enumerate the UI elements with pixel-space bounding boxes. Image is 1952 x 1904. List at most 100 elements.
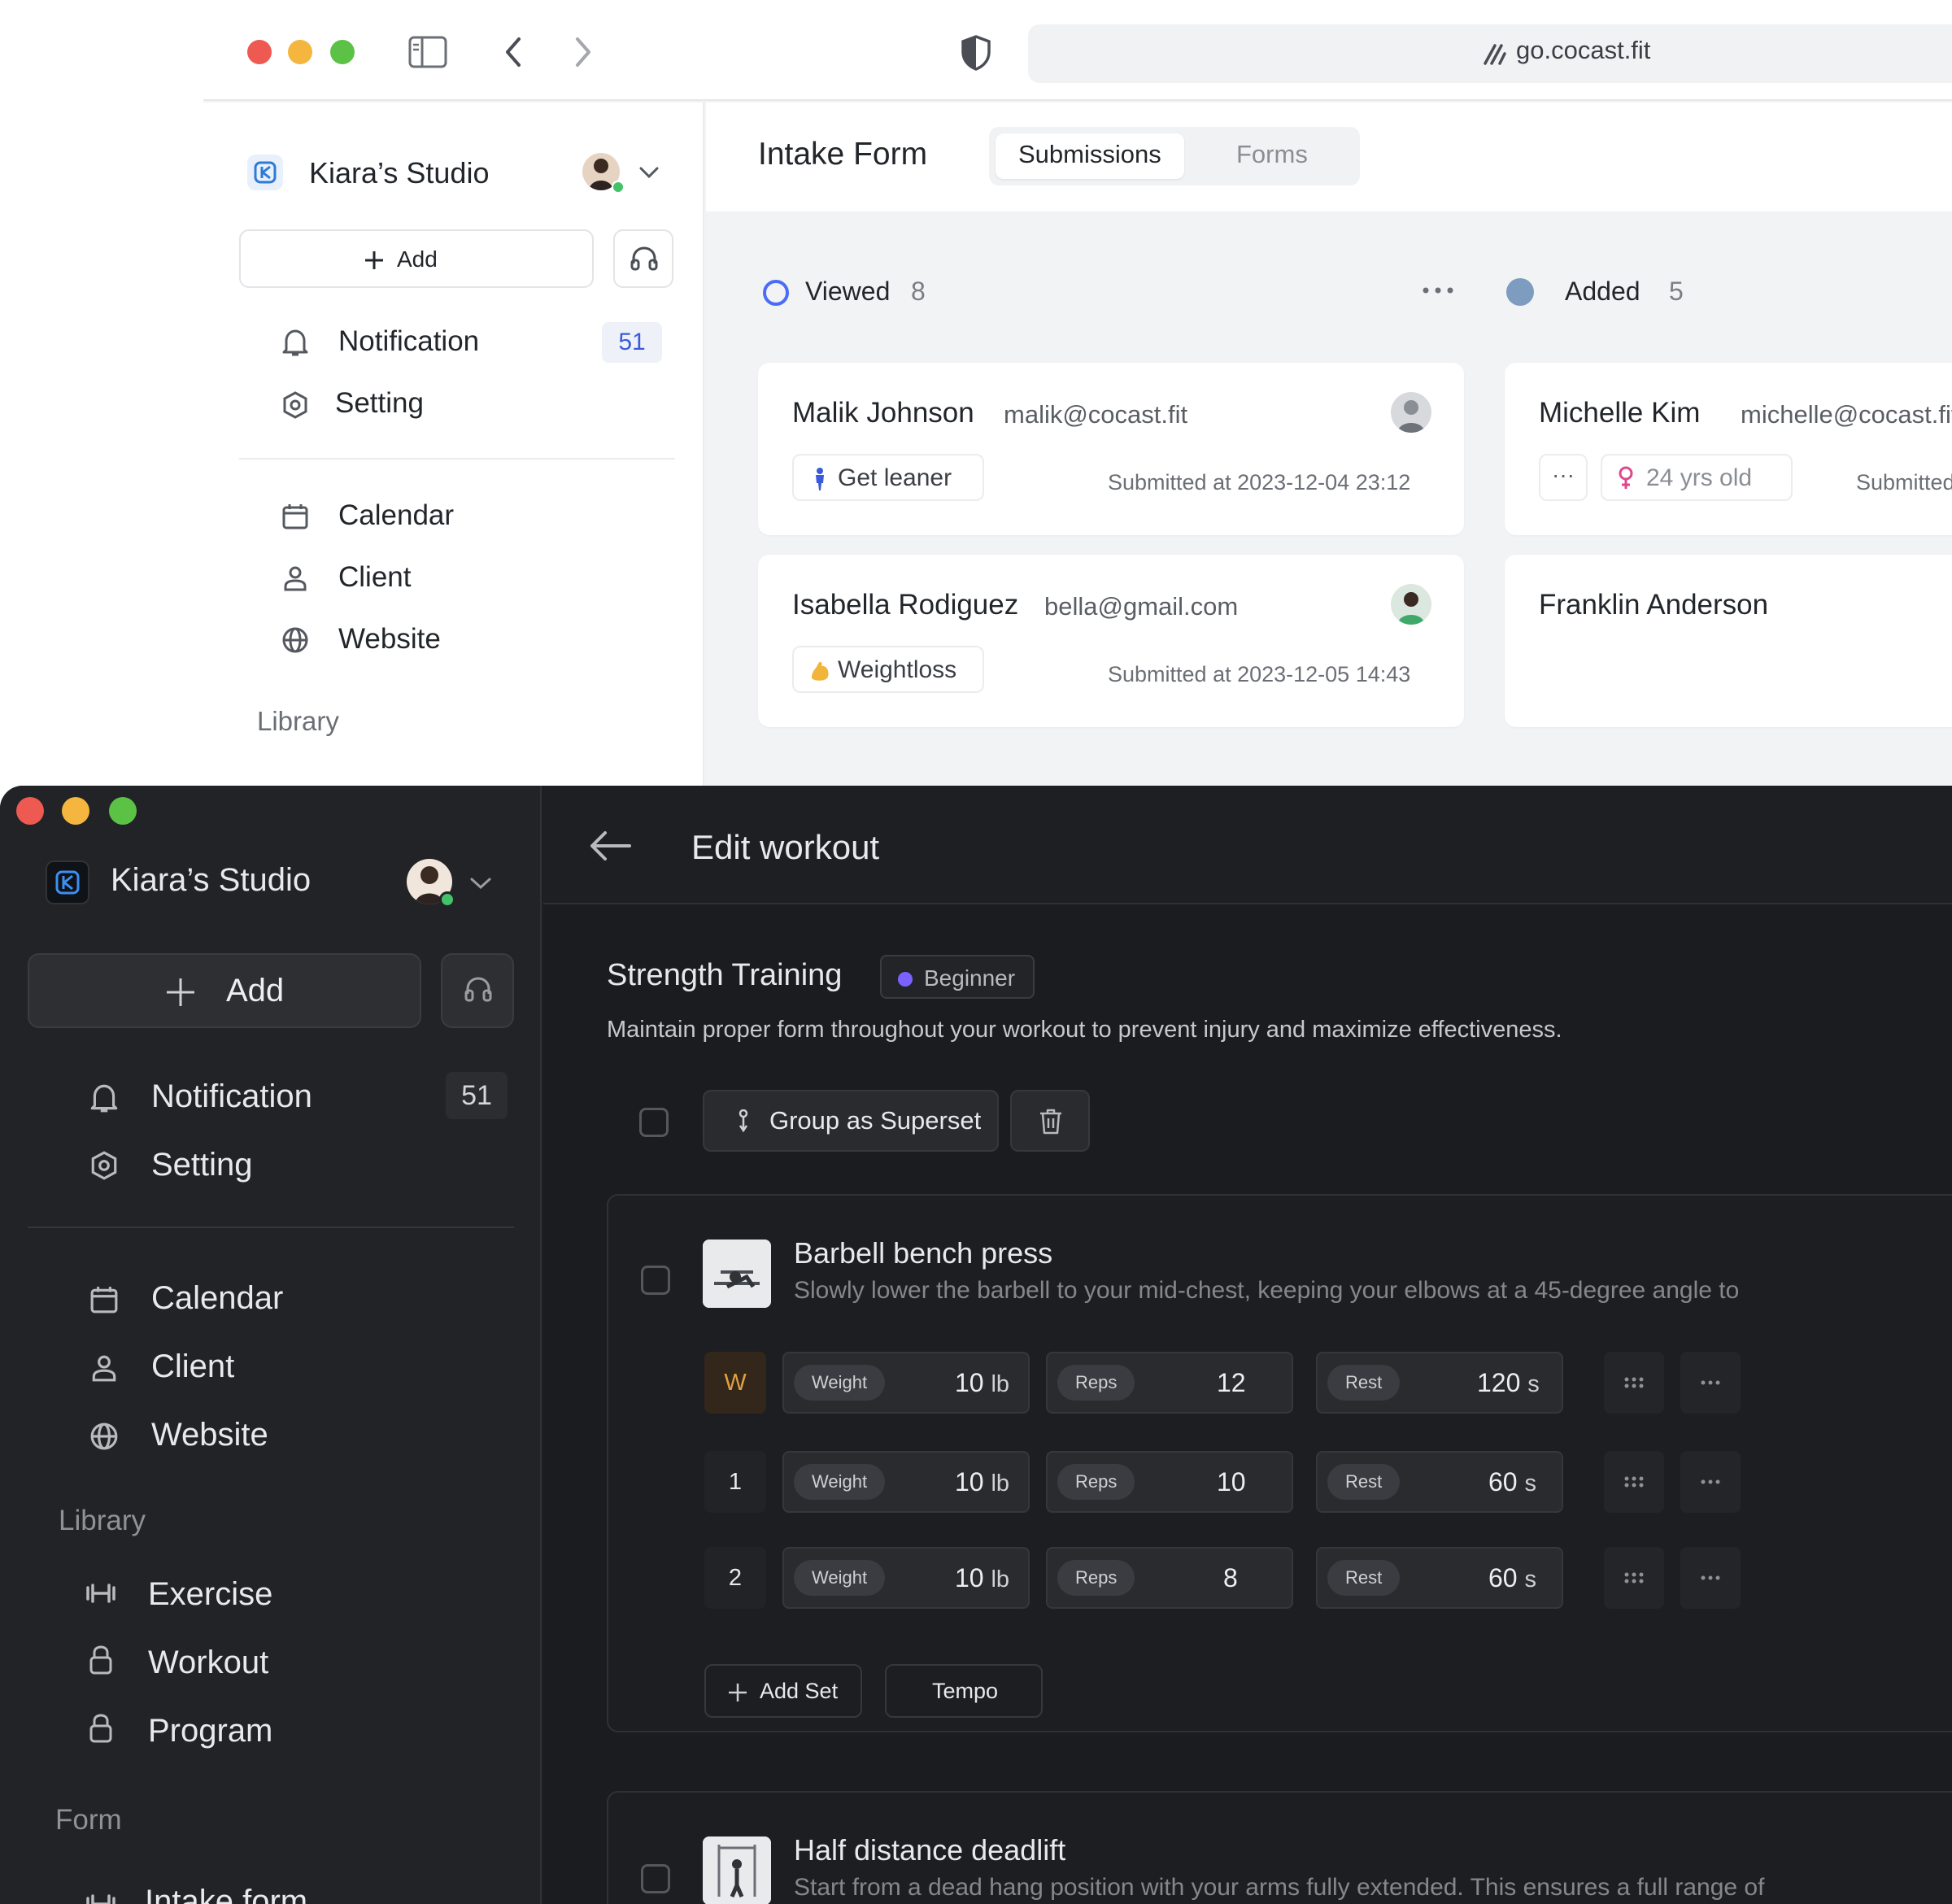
- calendar-icon: [282, 504, 308, 529]
- female-icon: [1619, 466, 1633, 489]
- drag-handle[interactable]: [1604, 1352, 1664, 1414]
- add-set-label: Add Set: [760, 1679, 839, 1703]
- reps-field[interactable]: Reps 10: [1046, 1451, 1293, 1513]
- headset-icon: [464, 977, 492, 1002]
- tab-forms[interactable]: Forms: [1236, 140, 1308, 169]
- weight-pill: Weight: [794, 1560, 886, 1596]
- drag-handle[interactable]: [1604, 1451, 1664, 1513]
- rest-value: 60 s: [1488, 1563, 1536, 1592]
- add-set-button[interactable]: Add Set: [704, 1664, 862, 1718]
- sidebar-item-setting[interactable]: Setting: [335, 387, 424, 420]
- plus-icon: [729, 1684, 747, 1701]
- exercise-checkbox[interactable]: [641, 1864, 670, 1893]
- more-tags-chip[interactable]: ···: [1539, 454, 1588, 501]
- chevron-down-icon[interactable]: [468, 875, 493, 891]
- sidebar-item-notification[interactable]: Notification: [151, 1078, 312, 1115]
- tempo-button[interactable]: Tempo: [885, 1664, 1043, 1718]
- sidebar-item-website[interactable]: Website: [338, 623, 441, 656]
- rest-field[interactable]: Rest 120 s: [1316, 1352, 1563, 1414]
- sidebar-item-workout[interactable]: Workout: [148, 1645, 268, 1681]
- close-window-button[interactable]: [247, 40, 272, 64]
- reps-pill: Reps: [1057, 1464, 1135, 1500]
- level-label: Beginner: [924, 965, 1016, 991]
- sidebar: Kiara’s Studio Add Notification 51 Setti…: [0, 786, 542, 1904]
- reps-field[interactable]: Reps 8: [1046, 1547, 1293, 1609]
- sidebar-icon[interactable]: [408, 36, 447, 68]
- sidebar-item-calendar[interactable]: Calendar: [338, 499, 454, 532]
- maximize-window-button[interactable]: [109, 797, 137, 825]
- rest-field[interactable]: Rest 60 s: [1316, 1547, 1563, 1609]
- add-button[interactable]: Add: [239, 229, 594, 288]
- drag-handle[interactable]: [1604, 1547, 1664, 1609]
- studio-logo: [247, 155, 283, 190]
- sidebar-item-program[interactable]: Program: [148, 1713, 272, 1749]
- page-title: Edit workout: [691, 828, 880, 866]
- group-superset-button[interactable]: Group as Superset: [703, 1090, 999, 1152]
- minimize-window-button[interactable]: [62, 797, 89, 825]
- card-name: Isabella Rodiguez: [792, 589, 1019, 621]
- sidebar-item-client[interactable]: Client: [151, 1348, 234, 1385]
- sidebar-item-client[interactable]: Client: [338, 561, 411, 594]
- arrow-left-icon[interactable]: [587, 830, 633, 862]
- back-icon[interactable]: [503, 36, 524, 68]
- exercise-checkbox[interactable]: [641, 1266, 670, 1295]
- weight-field[interactable]: Weight 10 lb: [782, 1451, 1030, 1513]
- studio-name: Kiara’s Studio: [111, 862, 312, 898]
- plus-icon: [365, 251, 383, 269]
- set-more-button[interactable]: [1680, 1451, 1741, 1513]
- select-all-checkbox[interactable]: [639, 1108, 669, 1137]
- submission-card[interactable]: Franklin Anderson: [1505, 555, 1952, 727]
- person-icon: [816, 468, 824, 490]
- more-icon[interactable]: [1422, 286, 1454, 294]
- added-status-icon: [1506, 278, 1534, 306]
- notification-count-badge: 51: [446, 1072, 508, 1119]
- sidebar-item-website[interactable]: Website: [151, 1417, 268, 1453]
- maximize-window-button[interactable]: [330, 40, 355, 64]
- set-label[interactable]: 2: [704, 1547, 766, 1609]
- sidebar-item-exercise[interactable]: Exercise: [148, 1576, 272, 1613]
- weight-field[interactable]: Weight 10 lb: [782, 1352, 1030, 1414]
- minimize-window-button[interactable]: [288, 40, 312, 64]
- set-more-button[interactable]: [1680, 1352, 1741, 1414]
- dumbbell-icon: [86, 1894, 115, 1904]
- reps-value: 12: [1217, 1368, 1246, 1397]
- weight-field[interactable]: Weight 10 lb: [782, 1547, 1030, 1609]
- weight-pill: Weight: [794, 1464, 886, 1500]
- rest-field[interactable]: Rest 60 s: [1316, 1451, 1563, 1513]
- forward-icon[interactable]: [573, 36, 594, 68]
- gear-icon: [283, 391, 307, 419]
- set-label[interactable]: 1: [704, 1451, 766, 1513]
- reps-field[interactable]: Reps 12: [1046, 1352, 1293, 1414]
- support-button[interactable]: [613, 229, 673, 288]
- weight-pill: Weight: [794, 1365, 886, 1401]
- submission-card[interactable]: Malik Johnson malik@cocast.fit Get leane…: [758, 363, 1464, 535]
- add-button[interactable]: Add: [28, 953, 421, 1028]
- submission-card[interactable]: Michelle Kim michelle@cocast.fit ··· 24 …: [1505, 363, 1952, 535]
- weight-value: 10 lb: [955, 1563, 1010, 1592]
- sidebar-item-intake-form[interactable]: Intake form: [145, 1884, 307, 1904]
- tab-submissions[interactable]: Submissions: [1018, 140, 1161, 169]
- sidebar-item-notification[interactable]: Notification: [338, 325, 479, 358]
- submission-card[interactable]: Isabella Rodiguez bella@gmail.com Weight…: [758, 555, 1464, 727]
- exercise-description: Slowly lower the barbell to your mid-che…: [794, 1277, 1740, 1304]
- tab-switcher: Submissions Forms: [989, 127, 1360, 185]
- support-button[interactable]: [441, 953, 514, 1028]
- set-more-button[interactable]: [1680, 1547, 1741, 1609]
- viewed-status-icon: [763, 280, 789, 306]
- light-browser-window: go.cocast.fit Kiara’s Studio Add Notific…: [203, 0, 1952, 786]
- sidebar-divider: [239, 458, 675, 460]
- user-icon: [284, 566, 307, 591]
- url-bar[interactable]: go.cocast.fit: [1028, 24, 1952, 83]
- close-window-button[interactable]: [16, 797, 44, 825]
- sidebar-item-setting[interactable]: Setting: [151, 1147, 253, 1183]
- sidebar-item-calendar[interactable]: Calendar: [151, 1280, 283, 1317]
- reps-value: 8: [1223, 1563, 1238, 1592]
- url-text: go.cocast.fit: [1516, 36, 1651, 64]
- delete-button[interactable]: [1010, 1090, 1090, 1152]
- dumbbell-icon: [86, 1584, 115, 1603]
- card-name: Michelle Kim: [1539, 397, 1701, 429]
- set-label-warmup[interactable]: W: [704, 1352, 766, 1414]
- chevron-down-icon[interactable]: [638, 164, 660, 181]
- submitted-at: Submitted at 2023-12-05 14:43: [1108, 662, 1411, 686]
- shield-icon[interactable]: [960, 34, 992, 72]
